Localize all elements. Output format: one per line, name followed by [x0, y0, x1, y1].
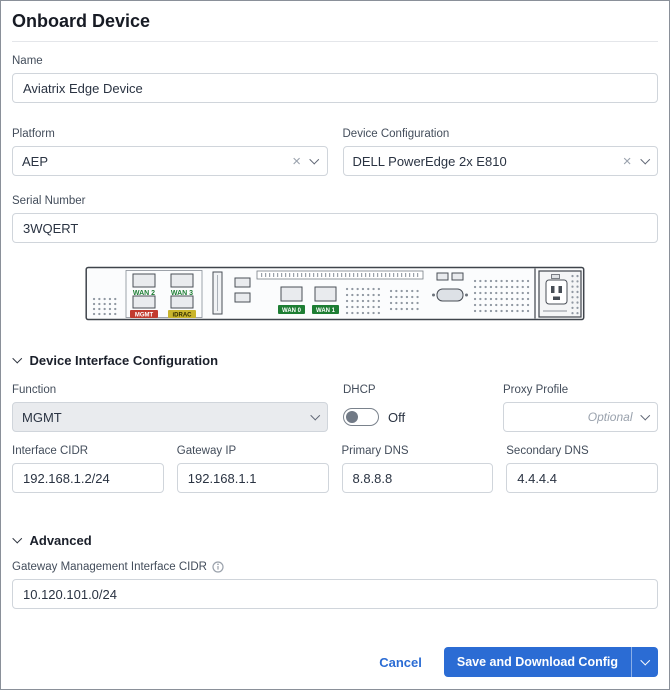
- platform-select-icons: ×: [292, 154, 317, 169]
- riser-slot: [213, 272, 222, 314]
- chevron-down-icon: [640, 410, 649, 419]
- dhcp-toggle[interactable]: [343, 408, 379, 426]
- device-configuration-label: Device Configuration: [343, 128, 659, 140]
- toggle-knob: [346, 411, 358, 423]
- serial-number-field-group: Serial Number: [12, 195, 658, 243]
- proxy-profile-select-icons: Optional: [588, 410, 648, 424]
- function-selected-value: MGMT: [22, 410, 62, 425]
- proxy-profile-placeholder: Optional: [588, 410, 633, 424]
- interface-config-row-1: Function MGMT DHCP Off Proxy Profile Opt…: [12, 384, 658, 432]
- clear-icon[interactable]: ×: [623, 154, 632, 169]
- chevron-down-icon[interactable]: [310, 154, 319, 163]
- port-label-idrac: iDRAC: [173, 312, 193, 318]
- collapse-caret-icon: [13, 353, 22, 362]
- port-label-wan0: WAN 0: [282, 308, 302, 314]
- dialog-footer: Cancel Save and Download Config: [12, 647, 658, 677]
- clear-icon[interactable]: ×: [292, 154, 301, 169]
- device-configuration-selected-value: DELL PowerEdge 2x E810: [353, 154, 507, 169]
- section-title: Advanced: [30, 533, 92, 548]
- device-configuration-select[interactable]: DELL PowerEdge 2x E810 ×: [343, 146, 659, 176]
- chevron-down-icon: [640, 656, 649, 665]
- primary-dns-field-group: Primary DNS: [342, 445, 494, 493]
- name-field-group: Name: [12, 55, 658, 103]
- platform-row: Platform AEP × Device Configuration DELL…: [12, 128, 658, 176]
- gateway-ip-input[interactable]: [177, 463, 329, 493]
- section-advanced[interactable]: Advanced: [12, 533, 658, 548]
- secondary-dns-input[interactable]: [506, 463, 658, 493]
- platform-label: Platform: [12, 128, 328, 140]
- save-split-button: Save and Download Config: [444, 647, 658, 677]
- cancel-button[interactable]: Cancel: [379, 655, 422, 670]
- onboard-device-dialog: Onboard Device Name Platform AEP × Devic…: [0, 0, 670, 690]
- chevron-down-icon: [310, 410, 319, 419]
- section-title: Device Interface Configuration: [30, 353, 219, 368]
- interface-cidr-input[interactable]: [12, 463, 164, 493]
- save-and-download-config-button[interactable]: Save and Download Config: [444, 647, 631, 677]
- gateway-mgmt-cidr-input[interactable]: [12, 579, 658, 609]
- gateway-mgmt-cidr-field-group: Gateway Management Interface CIDR: [12, 561, 658, 609]
- platform-select[interactable]: AEP ×: [12, 146, 328, 176]
- port-label-wan1: WAN 1: [316, 308, 336, 314]
- save-options-dropdown-button[interactable]: [631, 647, 658, 677]
- info-icon[interactable]: [212, 561, 224, 573]
- gateway-mgmt-cidr-label-row: Gateway Management Interface CIDR: [12, 561, 658, 573]
- collapse-caret-icon: [13, 533, 22, 542]
- device-rear-panel-image: WAN 2 WAN 3 MGMT iDRAC WAN 0: [85, 265, 585, 323]
- section-device-interface-configuration[interactable]: Device Interface Configuration: [12, 353, 658, 368]
- proxy-profile-label: Proxy Profile: [503, 384, 658, 396]
- name-input[interactable]: [12, 73, 658, 103]
- function-field-group: Function MGMT: [12, 384, 328, 432]
- chevron-down-icon[interactable]: [640, 154, 649, 163]
- function-select[interactable]: MGMT: [12, 402, 328, 432]
- secondary-dns-label: Secondary DNS: [506, 445, 658, 457]
- serial-number-label: Serial Number: [12, 195, 658, 207]
- interface-config-row-2: Interface CIDR Gateway IP Primary DNS Se…: [12, 445, 658, 493]
- gateway-mgmt-cidr-label: Gateway Management Interface CIDR: [12, 561, 207, 573]
- port-label-mgmt: MGMT: [135, 312, 154, 318]
- vent-strip: [257, 271, 423, 279]
- page-title: Onboard Device: [12, 9, 658, 42]
- dhcp-state-label: Off: [388, 410, 405, 425]
- power-supply: [535, 269, 581, 319]
- interface-cidr-field-group: Interface CIDR: [12, 445, 164, 493]
- secondary-dns-field-group: Secondary DNS: [506, 445, 658, 493]
- dhcp-control: Off: [343, 402, 488, 432]
- proxy-profile-select[interactable]: Optional: [503, 402, 658, 432]
- serial-number-input[interactable]: [12, 213, 658, 243]
- proxy-profile-field-group: Proxy Profile Optional: [503, 384, 658, 432]
- name-label: Name: [12, 55, 658, 67]
- interface-cidr-label: Interface CIDR: [12, 445, 164, 457]
- primary-dns-label: Primary DNS: [342, 445, 494, 457]
- gateway-ip-label: Gateway IP: [177, 445, 329, 457]
- dhcp-field-group: DHCP Off: [343, 384, 488, 432]
- platform-selected-value: AEP: [22, 154, 48, 169]
- device-configuration-select-icons: ×: [623, 154, 648, 169]
- gateway-ip-field-group: Gateway IP: [177, 445, 329, 493]
- dhcp-label: DHCP: [343, 384, 488, 396]
- device-configuration-field-group: Device Configuration DELL PowerEdge 2x E…: [343, 128, 659, 176]
- primary-dns-input[interactable]: [342, 463, 494, 493]
- platform-field-group: Platform AEP ×: [12, 128, 328, 176]
- function-label: Function: [12, 384, 328, 396]
